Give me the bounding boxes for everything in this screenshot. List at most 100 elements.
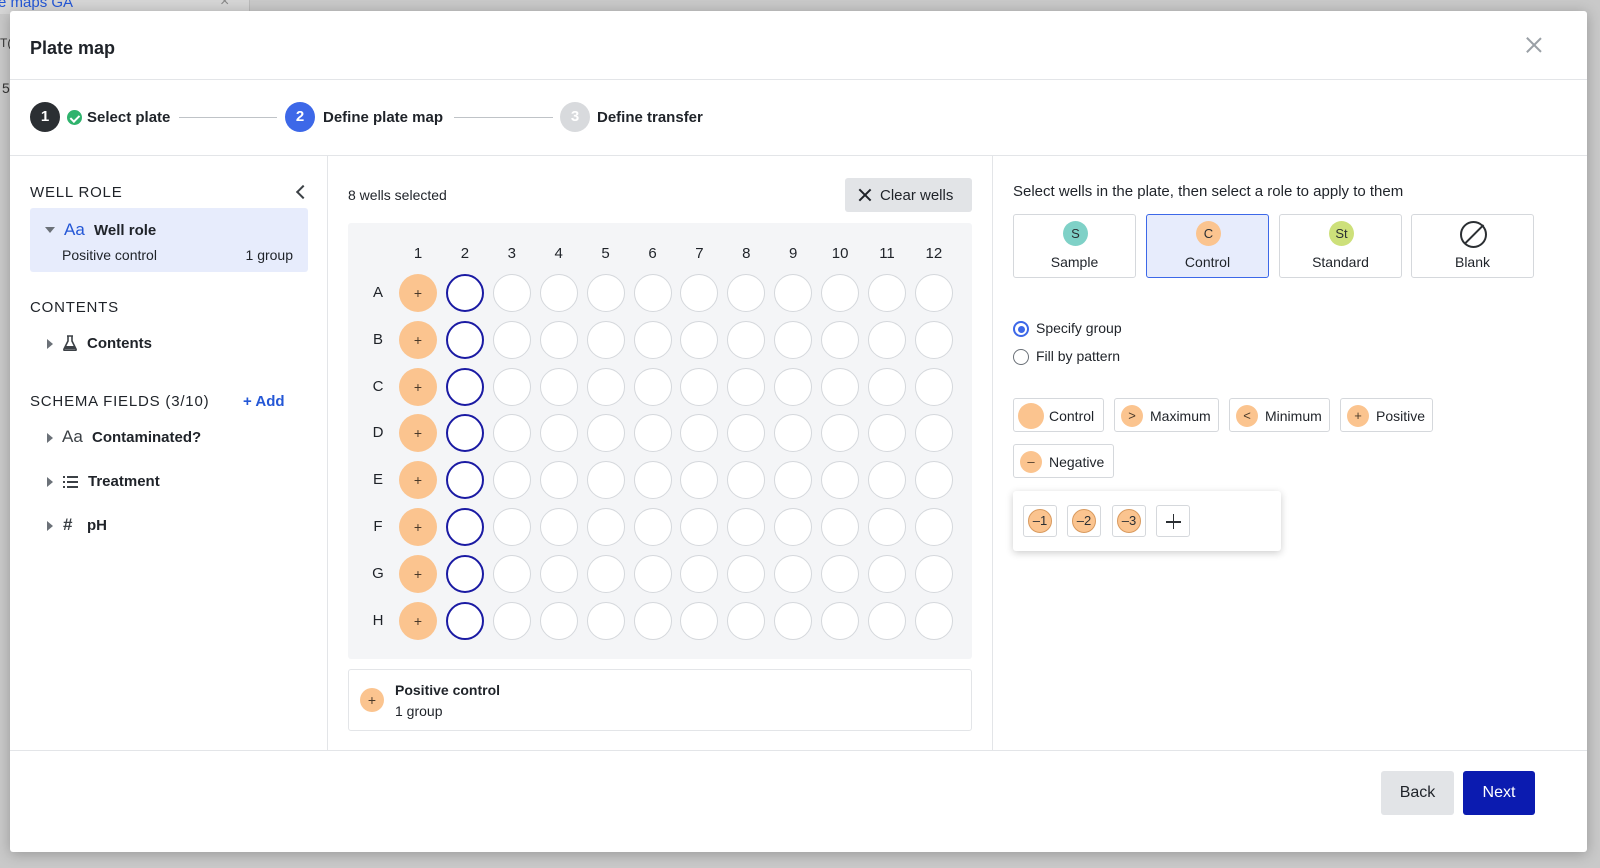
well-selected[interactable] bbox=[445, 461, 484, 500]
well-empty[interactable] bbox=[492, 601, 531, 640]
radio-button[interactable] bbox=[1013, 321, 1029, 337]
well-empty[interactable] bbox=[774, 414, 813, 453]
well-empty[interactable] bbox=[914, 274, 953, 312]
plate-row-label[interactable]: B bbox=[368, 331, 388, 348]
well-empty[interactable] bbox=[680, 601, 719, 640]
well-empty[interactable] bbox=[727, 508, 766, 546]
well-empty[interactable] bbox=[539, 508, 578, 546]
well-empty[interactable] bbox=[539, 554, 578, 593]
well-positive-control[interactable]: + bbox=[399, 554, 437, 593]
well-role-card[interactable]: Aa Well role Positive control 1 group bbox=[30, 208, 308, 272]
plate-column-label[interactable]: 2 bbox=[445, 245, 485, 262]
well-empty[interactable] bbox=[539, 274, 578, 312]
plate-row-label[interactable]: E bbox=[368, 471, 388, 488]
well-empty[interactable] bbox=[633, 274, 672, 312]
well-empty[interactable] bbox=[680, 274, 719, 312]
well-selected[interactable] bbox=[445, 274, 484, 312]
add-schema-field-button[interactable]: + Add bbox=[243, 393, 285, 410]
close-icon[interactable] bbox=[1523, 34, 1545, 56]
well-empty[interactable] bbox=[633, 461, 672, 500]
role-button-standard[interactable]: St Standard bbox=[1279, 214, 1402, 278]
well-selected[interactable] bbox=[445, 414, 484, 453]
well-empty[interactable] bbox=[774, 367, 813, 406]
add-subgroup-plus-icon[interactable] bbox=[1156, 505, 1190, 537]
plate-row-label[interactable]: D bbox=[368, 424, 388, 441]
well-empty[interactable] bbox=[868, 554, 906, 593]
well-empty[interactable] bbox=[821, 320, 860, 359]
well-empty[interactable] bbox=[492, 554, 531, 593]
well-empty[interactable] bbox=[821, 508, 860, 546]
well-empty[interactable] bbox=[774, 320, 813, 359]
well-empty[interactable] bbox=[539, 601, 578, 640]
well-empty[interactable] bbox=[868, 461, 906, 500]
well-empty[interactable] bbox=[680, 554, 719, 593]
well-empty[interactable] bbox=[727, 554, 766, 593]
background-tab-close-icon[interactable]: × bbox=[220, 0, 229, 11]
well-empty[interactable] bbox=[821, 601, 860, 640]
well-empty[interactable] bbox=[727, 367, 766, 406]
plate-row-label[interactable]: G bbox=[368, 565, 388, 582]
well-selected[interactable] bbox=[445, 320, 484, 359]
well-empty[interactable] bbox=[586, 274, 625, 312]
well-empty[interactable] bbox=[492, 414, 531, 453]
well-empty[interactable] bbox=[680, 414, 719, 453]
well-positive-control[interactable]: + bbox=[399, 274, 437, 312]
well-empty[interactable] bbox=[492, 274, 531, 312]
well-empty[interactable] bbox=[680, 367, 719, 406]
well-empty[interactable] bbox=[868, 601, 906, 640]
well-empty[interactable] bbox=[821, 414, 860, 453]
subgroup-chip-negative-3[interactable]: –3 bbox=[1112, 505, 1146, 537]
well-positive-control[interactable]: + bbox=[399, 601, 437, 640]
well-positive-control[interactable]: + bbox=[399, 508, 437, 546]
well-empty[interactable] bbox=[680, 508, 719, 546]
plate-column-label[interactable]: 6 bbox=[633, 245, 673, 262]
well-selected[interactable] bbox=[445, 508, 484, 546]
well-empty[interactable] bbox=[539, 414, 578, 453]
plate-column-label[interactable]: 7 bbox=[679, 245, 719, 262]
well-empty[interactable] bbox=[914, 367, 953, 406]
plate-column-label[interactable]: 1 bbox=[398, 245, 438, 262]
tree-item-contents[interactable]: Contents bbox=[30, 332, 308, 356]
expand-caret-icon[interactable] bbox=[47, 521, 53, 531]
plate-row-label[interactable]: F bbox=[368, 518, 388, 535]
plate-column-label[interactable]: 10 bbox=[820, 245, 860, 262]
plate-row-label[interactable]: H bbox=[368, 612, 388, 629]
plate-column-label[interactable]: 12 bbox=[914, 245, 954, 262]
well-empty[interactable] bbox=[539, 461, 578, 500]
well-positive-control[interactable]: + bbox=[399, 367, 437, 406]
well-empty[interactable] bbox=[914, 508, 953, 546]
expand-caret-icon[interactable] bbox=[47, 433, 53, 443]
well-positive-control[interactable]: + bbox=[399, 320, 437, 359]
well-empty[interactable] bbox=[492, 461, 531, 500]
tree-item-contaminated[interactable]: Aa Contaminated? bbox=[30, 426, 308, 450]
group-chip-control[interactable]: Control bbox=[1013, 398, 1104, 432]
radio-button[interactable] bbox=[1013, 349, 1029, 365]
well-empty[interactable] bbox=[633, 554, 672, 593]
well-empty[interactable] bbox=[727, 320, 766, 359]
well-empty[interactable] bbox=[914, 414, 953, 453]
well-empty[interactable] bbox=[868, 320, 906, 359]
well-empty[interactable] bbox=[680, 461, 719, 500]
well-positive-control[interactable]: + bbox=[399, 414, 437, 453]
well-empty[interactable] bbox=[680, 320, 719, 359]
well-empty[interactable] bbox=[633, 508, 672, 546]
well-empty[interactable] bbox=[586, 320, 625, 359]
well-empty[interactable] bbox=[774, 554, 813, 593]
plate-column-label[interactable]: 11 bbox=[867, 245, 907, 262]
well-empty[interactable] bbox=[774, 461, 813, 500]
well-empty[interactable] bbox=[868, 508, 906, 546]
role-button-sample[interactable]: S Sample bbox=[1013, 214, 1136, 278]
well-empty[interactable] bbox=[586, 367, 625, 406]
well-empty[interactable] bbox=[539, 367, 578, 406]
expand-caret-icon[interactable] bbox=[45, 227, 55, 233]
well-empty[interactable] bbox=[586, 414, 625, 453]
step-label-select-plate[interactable]: Select plate bbox=[87, 109, 170, 126]
well-empty[interactable] bbox=[492, 320, 531, 359]
well-empty[interactable] bbox=[774, 601, 813, 640]
group-chip-maximum[interactable]: > Maximum bbox=[1114, 398, 1219, 432]
well-empty[interactable] bbox=[727, 461, 766, 500]
expand-caret-icon[interactable] bbox=[47, 339, 53, 349]
well-empty[interactable] bbox=[821, 461, 860, 500]
subgroup-chip-negative-1[interactable]: –1 bbox=[1023, 505, 1057, 537]
plate-column-label[interactable]: 4 bbox=[539, 245, 579, 262]
